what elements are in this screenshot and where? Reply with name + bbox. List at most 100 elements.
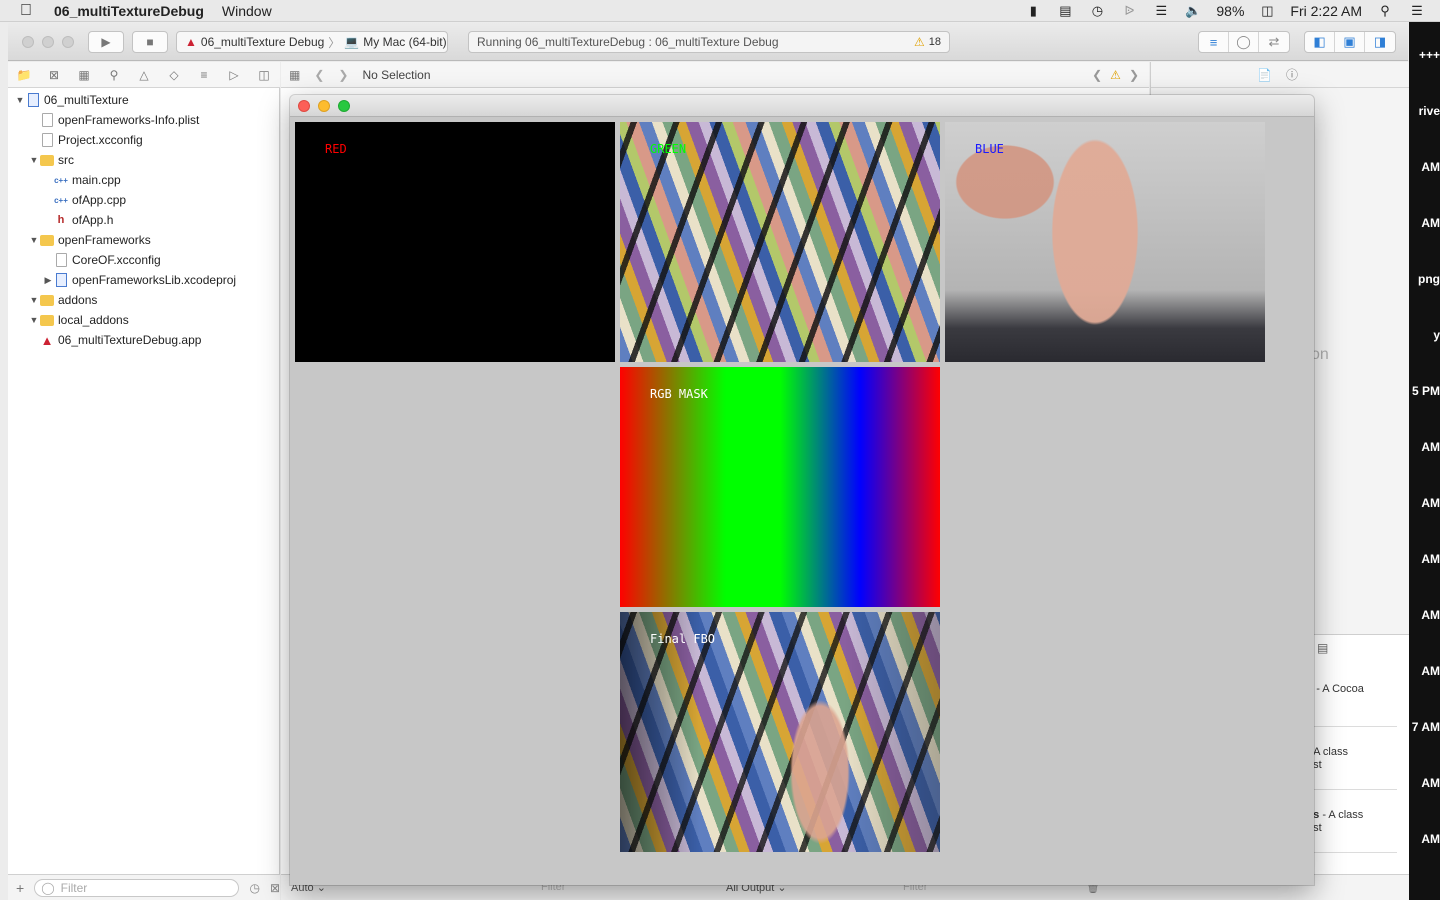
disclosure-open-icon[interactable]: ▼ <box>28 315 40 325</box>
find-navigator-icon[interactable]: ⚲ <box>106 68 122 82</box>
symbol-navigator-icon[interactable]: ▦ <box>76 68 92 82</box>
wifi-icon[interactable]: ☰ <box>1152 4 1170 18</box>
recent-files-icon[interactable]: ◷ <box>249 881 259 895</box>
navigator-item[interactable]: ▼ local_addons <box>28 310 129 330</box>
background-window-text: 7 AM <box>1411 720 1440 734</box>
background-window-text: AM <box>1421 552 1440 566</box>
navigator-item-label: 06_multiTextureDebug.app <box>58 333 202 347</box>
navigator-item[interactable]: ▶ openFrameworksLib.xcodeproj <box>42 270 236 290</box>
background-window-edge: +++ rive AM AM png y 5 PM AM AM AM AM AM 7 AM AM AM <box>1409 22 1440 900</box>
related-items-icon[interactable]: ▦ <box>289 68 300 82</box>
issue-warning-icon[interactable]: ⚠ <box>1110 68 1121 82</box>
menubar-clock[interactable]: Fri 2:22 AM <box>1290 3 1362 19</box>
toggle-debug-area-icon[interactable]: ▣ <box>1335 32 1365 52</box>
background-window-text: rive <box>1418 104 1440 118</box>
of-close-button[interactable] <box>298 100 310 112</box>
battery-icon[interactable]: ◫ <box>1258 4 1276 18</box>
of-app-window[interactable]: RED GREEN BLUE RGB MASK Final FBO <box>290 95 1314 885</box>
debug-navigator-icon[interactable]: ≡ <box>196 68 212 82</box>
time-machine-icon[interactable]: ◷ <box>1088 4 1106 18</box>
quick-help-icon[interactable]: ⓘ <box>1286 66 1298 83</box>
standard-editor-icon[interactable]: ≡ <box>1199 32 1229 52</box>
disclosure-open-icon[interactable]: ▼ <box>28 155 40 165</box>
panel-label: GREEN <box>650 142 687 156</box>
project-navigator-icon[interactable]: 📁 <box>16 68 32 82</box>
go-back-icon[interactable]: ❮ <box>314 68 324 82</box>
panel-label: Final FBO <box>650 632 716 646</box>
bluetooth-icon[interactable]: ᐉ <box>1120 4 1138 18</box>
evernote-icon[interactable]: ▮ <box>1024 4 1042 18</box>
notification-center-icon[interactable]: ☰ <box>1408 4 1426 18</box>
of-minimize-button[interactable] <box>318 100 330 112</box>
navigator-item-label: CoreOF.xcconfig <box>72 253 161 267</box>
xcodeproj-icon <box>54 273 68 287</box>
run-destination[interactable]: My Mac (64-bit) <box>363 35 446 49</box>
test-navigator-icon[interactable]: ◇ <box>166 68 182 82</box>
version-editor-icon[interactable]: ⇄ <box>1259 32 1289 52</box>
battery-percent[interactable]: 98% <box>1216 3 1244 19</box>
go-forward-icon[interactable]: ❯ <box>338 68 348 82</box>
scm-filter-icon[interactable]: ⊠ <box>270 881 280 895</box>
background-window-text: AM <box>1421 608 1440 622</box>
status-text: Running 06_multiTextureDebug : 06_multiT… <box>477 35 779 49</box>
inspector-selector-bar: 📄 ⓘ <box>1151 62 1409 88</box>
stop-button[interactable]: ■ <box>132 31 168 53</box>
source-control-navigator-icon[interactable]: ⊠ <box>46 68 62 82</box>
navigator-item[interactable]: ▼ src <box>28 150 74 170</box>
rgb-mask-panel: RGB MASK <box>620 367 940 607</box>
next-issue-icon[interactable]: ❯ <box>1129 68 1139 82</box>
blue-texture-panel: BLUE <box>945 122 1265 362</box>
play-icon: ▶ <box>101 35 111 49</box>
navigator-item[interactable]: ▼ 06_multiTexture <box>14 90 129 110</box>
spotlight-search-icon[interactable]: ⚲ <box>1376 4 1394 18</box>
navigator-item[interactable]: ▼ openFrameworks <box>28 230 151 250</box>
issue-stepper: ❮ ⚠ ❯ <box>1092 68 1139 82</box>
scheme-name[interactable]: 06_multiTexture Debug <box>201 35 324 49</box>
of-zoom-button[interactable] <box>338 100 350 112</box>
volume-icon[interactable]: 🔈 <box>1184 4 1202 18</box>
drive-icon[interactable]: ▤ <box>1056 4 1074 18</box>
navigator-item[interactable]: openFrameworks-Info.plist <box>28 110 199 130</box>
stop-icon: ■ <box>146 35 154 49</box>
of-window-titlebar[interactable] <box>290 95 1314 117</box>
file-icon <box>40 113 54 127</box>
navigator-item[interactable]: CoreOF.xcconfig <box>42 250 161 270</box>
assistant-editor-icon[interactable]: ◯ <box>1229 32 1259 52</box>
issue-navigator-icon[interactable]: △ <box>136 68 152 82</box>
minimize-window-button[interactable] <box>42 36 54 48</box>
navigator-item[interactable]: c++ main.cpp <box>42 170 121 190</box>
xcodeproj-icon <box>26 93 40 107</box>
background-window-text: AM <box>1421 160 1440 174</box>
app-menu[interactable]: 06_multiTextureDebug <box>54 3 204 19</box>
zoom-window-button[interactable] <box>62 36 74 48</box>
add-file-icon[interactable]: + <box>16 880 24 896</box>
file-icon <box>54 253 68 267</box>
scheme-selector[interactable]: ▲ 06_multiTexture Debug 〉 💻 My Mac (64-b… <box>176 31 448 53</box>
toggle-navigator-icon[interactable]: ◧ <box>1305 32 1335 52</box>
library-grid-icon[interactable]: ▤ <box>1317 641 1328 655</box>
jump-bar-selection[interactable]: No Selection <box>362 68 430 82</box>
navigator-item[interactable]: Project.xcconfig <box>28 130 143 150</box>
previous-issue-icon[interactable]: ❮ <box>1092 68 1102 82</box>
navigator-item-label: addons <box>58 293 98 307</box>
navigator-item[interactable]: h ofApp.h <box>42 210 114 230</box>
report-navigator-icon[interactable]: ◫ <box>256 68 272 82</box>
disclosure-open-icon[interactable]: ▼ <box>28 235 40 245</box>
navigator-item[interactable]: ▲ 06_multiTextureDebug.app <box>28 330 202 350</box>
close-window-button[interactable] <box>22 36 34 48</box>
run-button[interactable]: ▶ <box>88 31 124 53</box>
disclosure-open-icon[interactable]: ▼ <box>14 95 26 105</box>
menu-window[interactable]: Window <box>222 3 272 19</box>
activity-status: Running 06_multiTextureDebug : 06_multiT… <box>468 31 950 53</box>
apple-menu-icon[interactable]:  <box>20 2 38 20</box>
toggle-utilities-icon[interactable]: ◨ <box>1365 32 1395 52</box>
file-icon <box>40 133 54 147</box>
breakpoint-navigator-icon[interactable]: ▷ <box>226 68 242 82</box>
navigator-item[interactable]: ▼ addons <box>28 290 98 310</box>
disclosure-closed-icon[interactable]: ▶ <box>42 275 54 286</box>
navigator-filter-field[interactable]: ◯ Filter <box>34 878 240 897</box>
navigator-item[interactable]: c++ ofApp.cpp <box>42 190 126 210</box>
warning-indicator[interactable]: ⚠ 18 <box>914 35 941 49</box>
disclosure-open-icon[interactable]: ▼ <box>28 295 40 305</box>
file-inspector-icon[interactable]: 📄 <box>1257 68 1272 82</box>
